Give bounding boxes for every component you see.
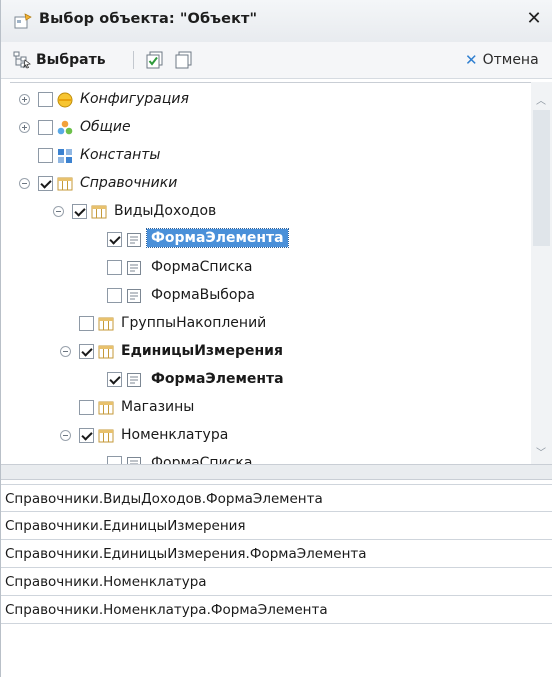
- cancel-button-label: Отмена: [482, 52, 539, 68]
- catalog-icon: [98, 429, 114, 443]
- tree-item-label: Конфигурация: [80, 91, 189, 107]
- tree-item-list-form[interactable]: ФормаСписка: [10, 254, 540, 282]
- expand-icon[interactable]: [19, 122, 30, 133]
- list-item[interactable]: Справочники.Номенклатура: [1, 568, 552, 596]
- form-icon: [127, 373, 141, 387]
- select-button-label: Выбрать: [36, 52, 106, 68]
- collapse-icon[interactable]: [19, 178, 30, 189]
- tree-item-label: Общие: [80, 119, 131, 135]
- tree-item-choice-form[interactable]: ФормаВыбора: [10, 282, 540, 310]
- tree-item-nomenclature-list-form[interactable]: ФормаСписка: [10, 450, 540, 465]
- catalog-icon: [91, 205, 107, 219]
- tree-item-units[interactable]: ЕдиницыИзмерения: [10, 338, 540, 366]
- catalog-icon: [98, 345, 114, 359]
- panel-splitter[interactable]: [1, 464, 552, 480]
- title-bar: Выбор объекта: "Объект" ✕: [1, 0, 552, 43]
- catalog-icon: [98, 317, 114, 331]
- tree-item-label: Номенклатура: [121, 427, 229, 443]
- tree-select-icon: [13, 51, 31, 69]
- tree-item-label: ГруппыНакоплений: [121, 315, 267, 331]
- tree-item-income-types[interactable]: ВидыДоходов: [10, 198, 540, 226]
- select-button[interactable]: Выбрать: [13, 49, 106, 71]
- tree-item-checkbox[interactable]: [107, 288, 122, 303]
- tree-item-label: ФормаЭлемента: [151, 371, 284, 387]
- tree-item-constants[interactable]: Константы: [10, 142, 540, 170]
- uncheck-all-icon[interactable]: [175, 51, 193, 69]
- collapse-icon[interactable]: [60, 346, 71, 357]
- tree-item-configuration[interactable]: Конфигурация: [10, 86, 540, 114]
- close-button[interactable]: ✕: [523, 8, 545, 30]
- catalog-icon: [57, 177, 73, 191]
- collapse-icon[interactable]: [60, 430, 71, 441]
- expand-icon[interactable]: [19, 94, 30, 105]
- scroll-up-icon[interactable]: ︿: [536, 92, 546, 107]
- tree-item-label: Магазины: [121, 399, 195, 415]
- list-item[interactable]: Справочники.ЕдиницыИзмерения.ФормаЭлемен…: [1, 540, 552, 568]
- tree-item-checkbox[interactable]: [79, 400, 94, 415]
- close-icon[interactable]: ✕: [526, 8, 541, 29]
- tree-item-checkbox[interactable]: [79, 316, 94, 331]
- window-title: Выбор объекта: "Объект": [39, 11, 258, 27]
- form-icon: [127, 261, 141, 275]
- tree-item-checkbox[interactable]: [72, 204, 87, 219]
- metadata-tree[interactable]: Конфигурация Общие Константы Справочники…: [10, 82, 552, 465]
- tree-item-checkbox[interactable]: [79, 344, 94, 359]
- selected-objects-list[interactable]: Справочники.ВидыДоходов.ФормаЭлемента Сп…: [1, 484, 552, 677]
- object-selection-window: Выбор объекта: "Объект" ✕ Выбрать ✕ Отме…: [0, 0, 552, 677]
- constants-icon: [58, 149, 72, 163]
- configuration-icon: [57, 92, 73, 108]
- tree-item-checkbox[interactable]: [38, 120, 53, 135]
- select-object-icon: [14, 13, 32, 29]
- tree-scrollbar[interactable]: ︿ ﹀: [531, 82, 552, 464]
- tree-item-accumulation-groups[interactable]: ГруппыНакоплений: [10, 310, 540, 338]
- common-icon: [57, 120, 73, 135]
- tree-item-checkbox[interactable]: [107, 260, 122, 275]
- tree-item-checkbox[interactable]: [79, 428, 94, 443]
- tree-item-label: ФормаЭлемента: [146, 228, 289, 248]
- tree-item-checkbox[interactable]: [107, 372, 122, 387]
- tree-item-nomenclature[interactable]: Номенклатура: [10, 422, 540, 450]
- tree-item-label: ЕдиницыИзмерения: [121, 343, 283, 359]
- tree-item-catalogs[interactable]: Справочники: [10, 170, 540, 198]
- check-all-icon[interactable]: [146, 51, 164, 69]
- catalog-icon: [98, 401, 114, 415]
- form-icon: [127, 233, 141, 247]
- tree-item-common[interactable]: Общие: [10, 114, 540, 142]
- tree-item-checkbox[interactable]: [38, 148, 53, 163]
- form-icon: [127, 289, 141, 303]
- list-item[interactable]: Справочники.ВидыДоходов.ФормаЭлемента: [1, 484, 552, 512]
- tree-item-label: ФормаВыбора: [151, 287, 255, 303]
- collapse-icon[interactable]: [53, 206, 64, 217]
- tree-item-units-element-form[interactable]: ФормаЭлемента: [10, 366, 540, 394]
- tree-item-label: Константы: [80, 147, 161, 163]
- scrollbar-thumb[interactable]: [533, 110, 550, 246]
- cancel-icon: ✕: [465, 51, 478, 69]
- tree-item-element-form-selected[interactable]: ФормаЭлемента: [10, 226, 540, 254]
- list-item[interactable]: Справочники.ЕдиницыИзмерения: [1, 512, 552, 540]
- tree-item-checkbox[interactable]: [38, 92, 53, 107]
- tree-item-stores[interactable]: Магазины: [10, 394, 540, 422]
- toolbar: Выбрать ✕ Отмена: [1, 42, 552, 79]
- toolbar-separator: [133, 51, 134, 69]
- cancel-button[interactable]: ✕ Отмена: [465, 51, 539, 69]
- tree-item-label: ВидыДоходов: [114, 203, 217, 219]
- scroll-down-icon[interactable]: ﹀: [536, 444, 546, 459]
- list-item[interactable]: Справочники.Номенклатура.ФормаЭлемента: [1, 596, 552, 624]
- tree-item-label: ФормаСписка: [151, 259, 253, 275]
- tree-item-label: Справочники: [80, 175, 178, 191]
- tree-item-checkbox[interactable]: [38, 176, 53, 191]
- tree-item-checkbox[interactable]: [107, 232, 122, 247]
